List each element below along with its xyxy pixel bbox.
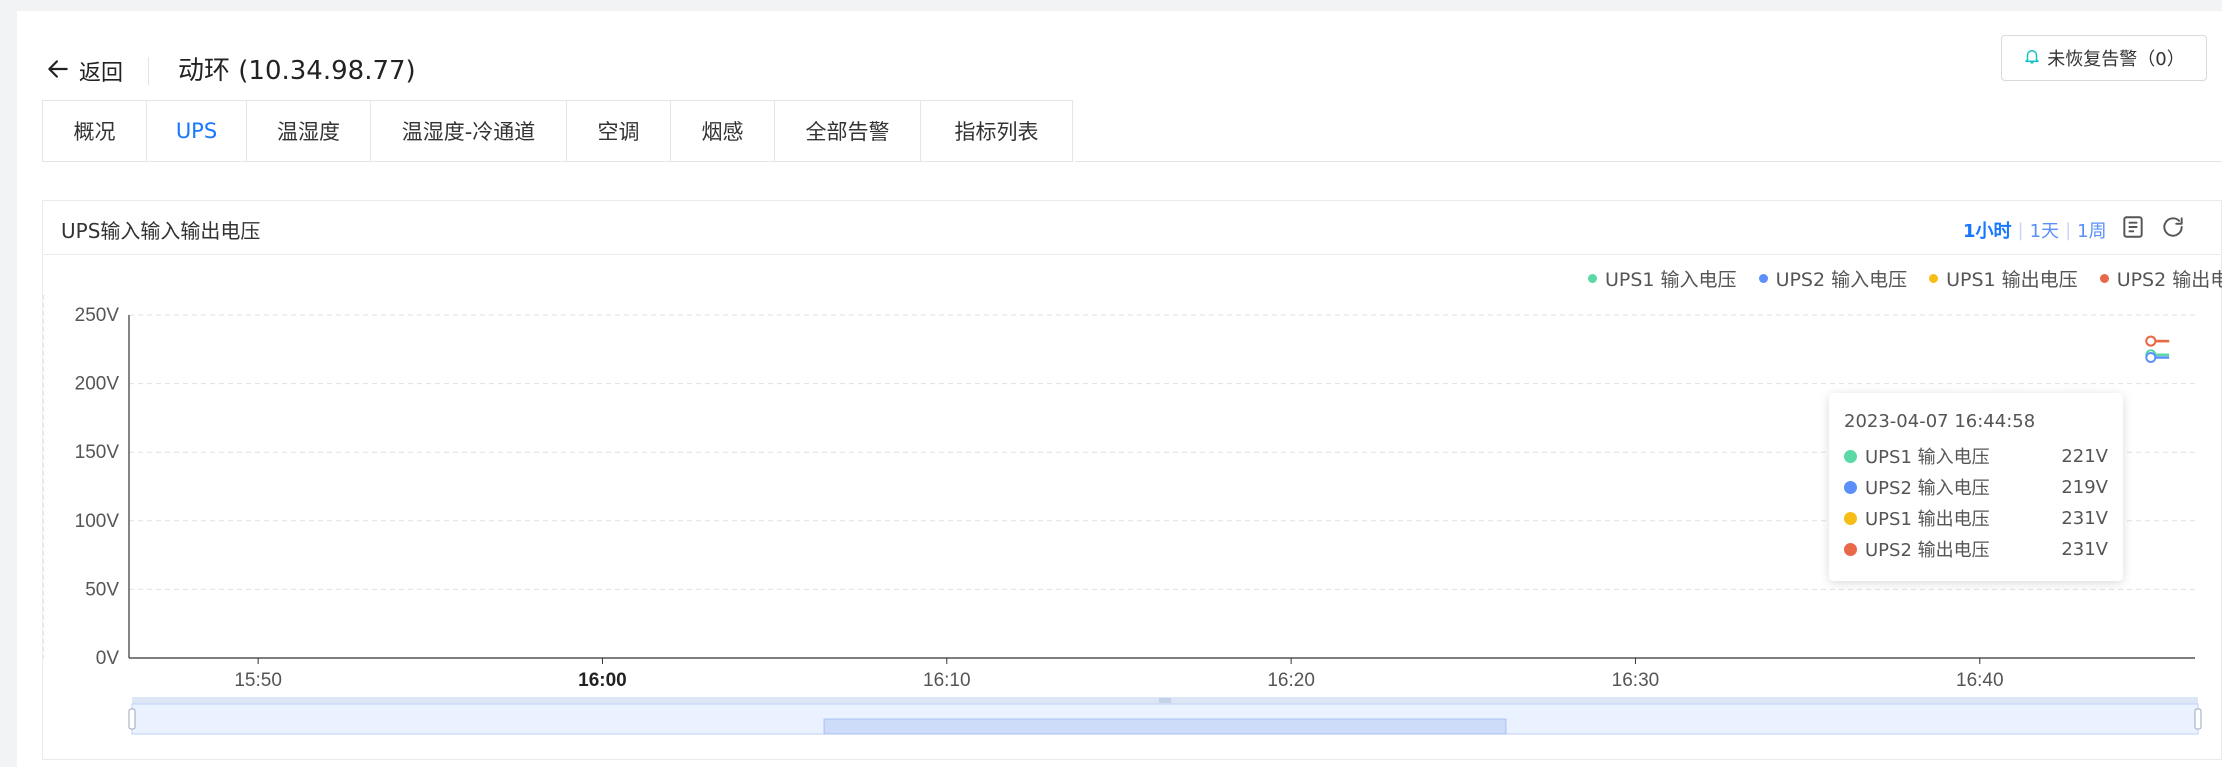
tabs-divider bbox=[1075, 161, 2222, 162]
tab-ups[interactable]: UPS bbox=[147, 101, 247, 161]
y-tick-label: 100V bbox=[75, 511, 120, 532]
arrow-left-icon bbox=[45, 56, 71, 86]
y-tick-label: 50V bbox=[85, 579, 119, 600]
tab-bar: 概况 UPS 温湿度 温湿度-冷通道 空调 烟感 全部告警 指标列表 bbox=[42, 100, 1073, 162]
tooltip-row: UPS1 输入电压 221V bbox=[1844, 443, 2108, 469]
tab-air-conditioner[interactable]: 空调 bbox=[567, 101, 671, 161]
series-color-dot bbox=[1844, 480, 1857, 494]
tab-all-alarms[interactable]: 全部告警 bbox=[775, 101, 921, 161]
tooltip-row: UPS2 输入电压 219V bbox=[1844, 474, 2108, 500]
y-tick-label: 150V bbox=[75, 442, 120, 463]
x-tick-label: 16:40 bbox=[1956, 670, 2004, 691]
back-label: 返回 bbox=[79, 61, 124, 86]
page: 返回 动环 (10.34.98.77) 未恢复告警（0） 概况 UPS 温湿度 … bbox=[17, 11, 2222, 767]
back-button[interactable]: 返回 bbox=[45, 53, 123, 89]
data-point bbox=[2145, 335, 2157, 347]
chart-tooltip: 2023-04-07 16:44:58 UPS1 输入电压 221V UPS2 … bbox=[1829, 393, 2123, 581]
tooltip-series-name: UPS1 输出电压 bbox=[1865, 509, 1990, 530]
tooltip-row: UPS1 输出电压 231V bbox=[1844, 505, 2108, 531]
slider-selection bbox=[823, 718, 1507, 735]
tooltip-time: 2023-04-07 16:44:58 bbox=[1844, 411, 2036, 432]
x-tick-label: 15:50 bbox=[234, 670, 282, 691]
header-divider bbox=[148, 57, 149, 85]
x-tick-label: 16:00 bbox=[578, 670, 627, 691]
tab-smoke-sensor[interactable]: 烟感 bbox=[671, 101, 775, 161]
unrecovered-alarm-button[interactable]: 未恢复告警（0） bbox=[2001, 35, 2207, 81]
y-tick-label: 0V bbox=[96, 648, 120, 669]
slider-drag-grip bbox=[1159, 698, 1171, 703]
y-tick-label: 200V bbox=[75, 374, 120, 395]
tooltip-series-value: 231V bbox=[2061, 507, 2108, 529]
tooltip-series-name: UPS1 输入电压 bbox=[1865, 447, 1990, 468]
y-tick-label: 250V bbox=[75, 305, 120, 326]
x-tick-label: 16:10 bbox=[923, 670, 971, 691]
slider-handle-left bbox=[128, 708, 136, 730]
series-color-dot bbox=[1844, 542, 1857, 556]
unrecovered-alarm-label: 未恢复告警（0） bbox=[2047, 49, 2185, 70]
x-tick-label: 16:20 bbox=[1267, 670, 1315, 691]
series-color-dot bbox=[1844, 449, 1857, 463]
tab-cold-aisle[interactable]: 温湿度-冷通道 bbox=[371, 101, 567, 161]
tab-temperature-humidity[interactable]: 温湿度 bbox=[247, 101, 371, 161]
data-point bbox=[2145, 352, 2157, 364]
series-color-dot bbox=[1844, 511, 1857, 525]
tooltip-row: UPS2 输出电压 231V bbox=[1844, 536, 2108, 562]
tooltip-series-name: UPS2 输入电压 bbox=[1865, 478, 1990, 499]
bell-icon bbox=[2023, 47, 2041, 70]
tooltip-series-value: 231V bbox=[2061, 538, 2108, 560]
tab-overview[interactable]: 概况 bbox=[43, 101, 147, 161]
tab-metric-list[interactable]: 指标列表 bbox=[921, 101, 1072, 161]
tooltip-series-value: 219V bbox=[2061, 476, 2108, 498]
slider-handle-right bbox=[2194, 708, 2202, 730]
tooltip-series-name: UPS2 输出电压 bbox=[1865, 540, 1990, 561]
voltage-chart-card: UPS输入输入输出电压 1小时 | 1天 | 1周 UPS1 输入电压 UPS2 … bbox=[42, 200, 2222, 760]
page-title: 动环 (10.34.98.77) bbox=[178, 56, 416, 86]
tooltip-series-value: 221V bbox=[2061, 445, 2108, 467]
x-tick-label: 16:30 bbox=[1612, 670, 1660, 691]
